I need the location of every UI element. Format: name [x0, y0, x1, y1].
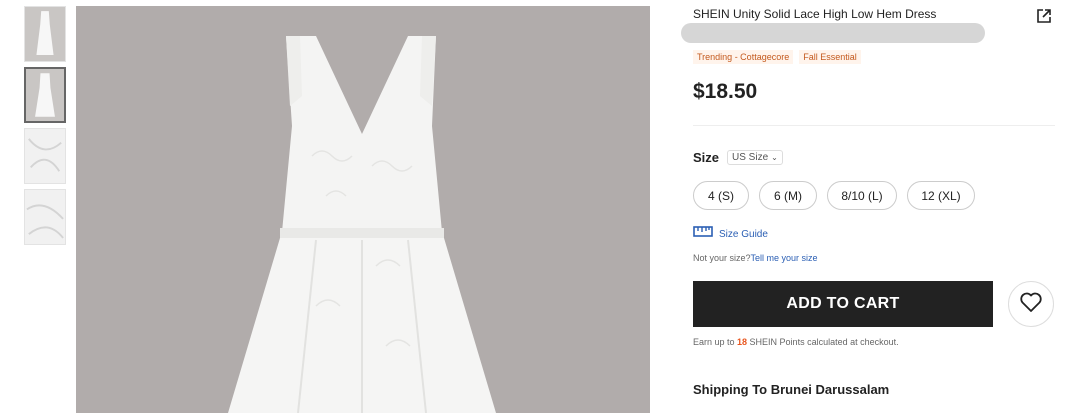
size-option-m[interactable]: 6 (M) [759, 181, 817, 210]
size-label: Size [693, 150, 720, 165]
shipping-title: Shipping To Brunei Darussalam [693, 382, 890, 397]
fabric-detail-thumbnail [26, 204, 64, 239]
points-info: Earn up to 18 SHEIN Points calculated at… [693, 337, 899, 347]
loading-placeholder-bar [681, 23, 985, 43]
size-header: Size US Size ⌄ [693, 150, 783, 165]
dress-thumbnail-image [36, 11, 54, 55]
tag-trending[interactable]: Trending - Cottagecore [693, 50, 794, 64]
size-option-s[interactable]: 4 (S) [693, 181, 749, 210]
not-your-size-text: Not your size? [693, 253, 751, 263]
thumbnail-4[interactable] [24, 189, 66, 245]
wishlist-button[interactable] [1008, 281, 1054, 327]
heart-icon [1019, 291, 1043, 318]
main-product-image [76, 6, 650, 413]
divider [693, 125, 1055, 126]
thumbnail-2[interactable] [24, 67, 66, 123]
size-system-value: US Size [732, 152, 769, 163]
points-suffix: SHEIN Points calculated at checkout. [747, 337, 899, 347]
product-title: SHEIN Unity Solid Lace High Low Hem Dres… [693, 7, 937, 21]
external-link-icon[interactable] [1036, 8, 1052, 24]
product-price: $18.50 [693, 80, 758, 103]
lace-detail-thumbnail [28, 138, 62, 172]
points-prefix: Earn up to [693, 337, 738, 347]
size-options: 4 (S) 6 (M) 8/10 (L) 12 (XL) [693, 181, 975, 210]
chevron-down-icon: ⌄ [771, 153, 778, 162]
dress-image [228, 36, 496, 413]
size-option-l[interactable]: 8/10 (L) [827, 181, 897, 210]
dress-thumbnail-image [35, 73, 55, 117]
thumbnail-3[interactable] [24, 128, 66, 184]
tell-me-your-size-link[interactable]: Tell me your size [751, 253, 818, 263]
ruler-icon [693, 225, 713, 243]
add-to-cart-button[interactable]: ADD TO CART [693, 281, 993, 327]
size-guide-link[interactable]: Size Guide [693, 225, 768, 243]
thumbnail-1[interactable] [24, 6, 66, 62]
points-value: 18 [737, 337, 748, 347]
size-system-dropdown[interactable]: US Size ⌄ [727, 150, 783, 165]
size-option-xl[interactable]: 12 (XL) [907, 181, 975, 210]
product-tags: Trending - Cottagecore Fall Essential [693, 50, 861, 64]
size-guide-label: Size Guide [719, 228, 768, 240]
thumbnail-strip [24, 6, 68, 250]
not-your-size-row: Not your size?Tell me your size [693, 253, 818, 263]
tag-fall-essential[interactable]: Fall Essential [799, 50, 861, 64]
